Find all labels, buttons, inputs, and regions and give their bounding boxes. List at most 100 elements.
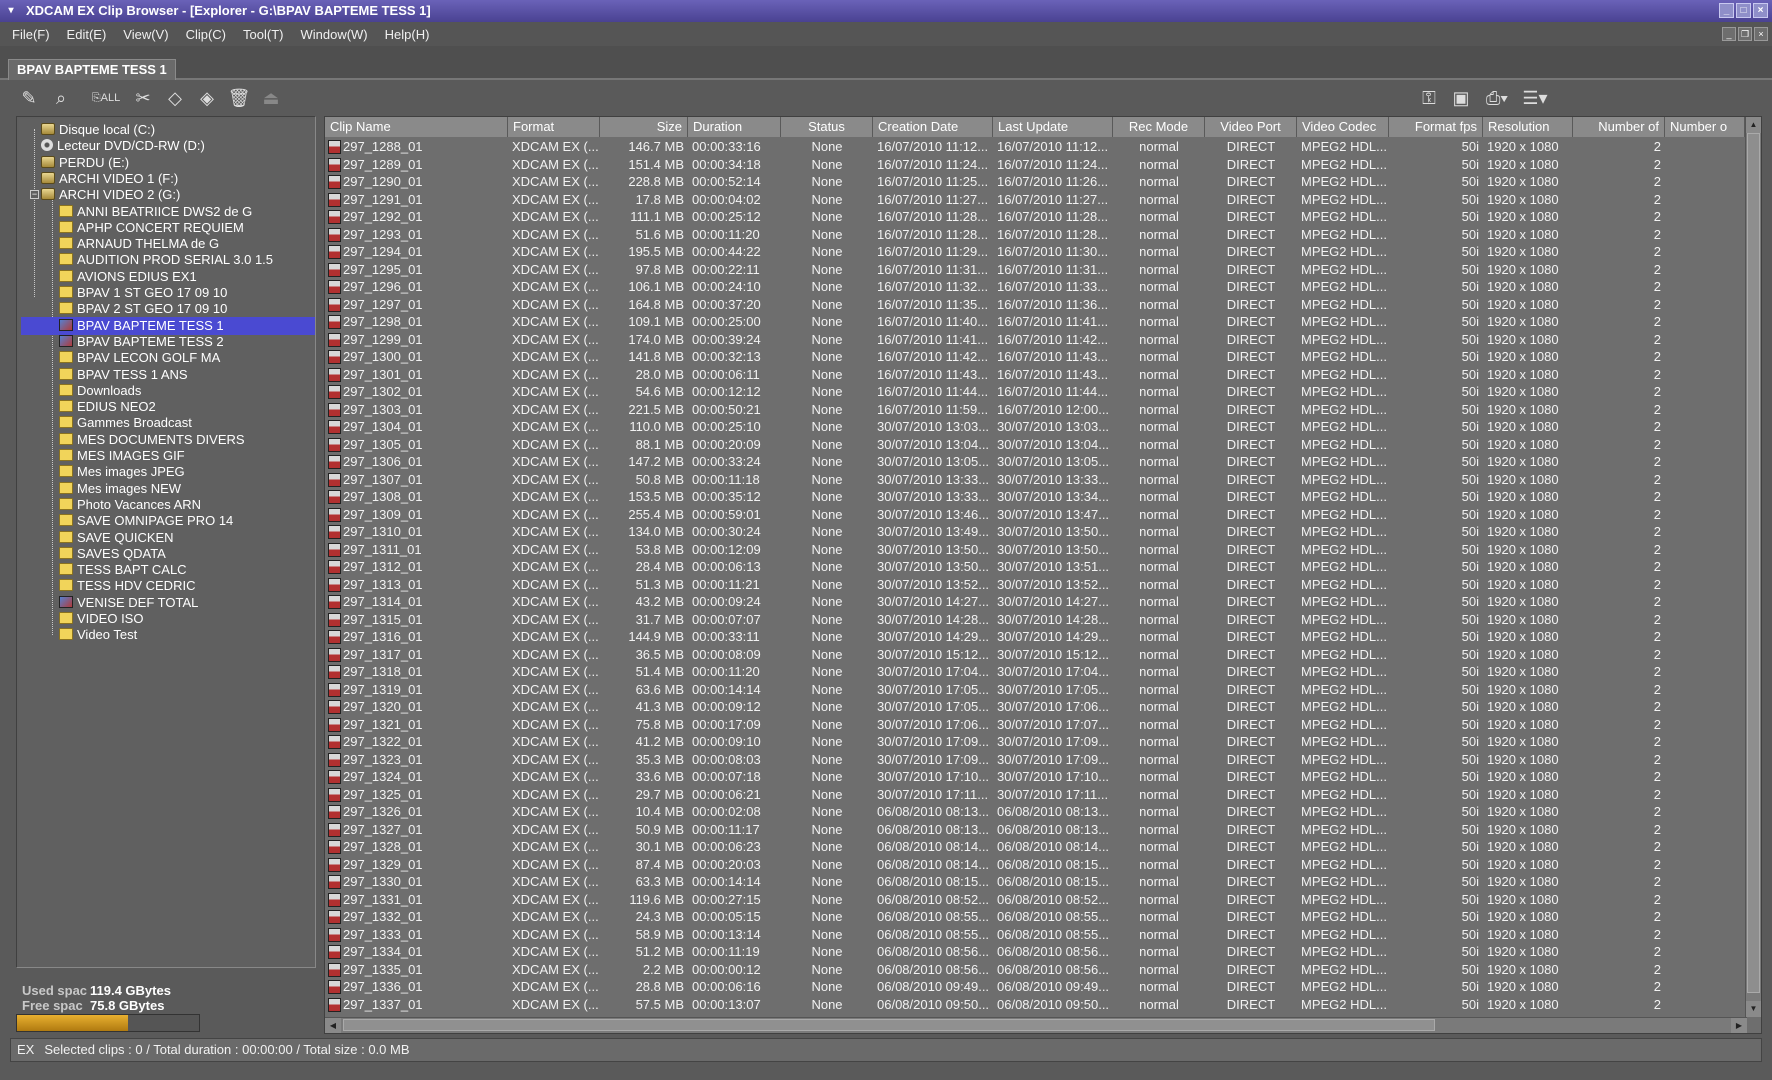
tree-item[interactable]: ARNAUD THELMA de G xyxy=(59,235,225,253)
tree-item[interactable]: SAVE OMNIPAGE PRO 14 xyxy=(59,512,239,530)
tree-item[interactable]: BPAV LECON GOLF MA xyxy=(59,349,226,367)
table-row[interactable]: 297_1305_01 XDCAM EX (... 88.1 MB 00:00:20:… xyxy=(325,436,1745,454)
table-row[interactable]: 297_1306_01 XDCAM EX (... 147.2 MB 00:00:33… xyxy=(325,453,1745,471)
tree-item[interactable]: Mes images NEW xyxy=(59,480,187,498)
list-view-icon[interactable]: ☰▾ xyxy=(1522,85,1548,111)
tree-item[interactable]: Disque local (C:) xyxy=(41,121,161,139)
delete-icon[interactable]: 🗑 xyxy=(226,85,252,111)
table-row[interactable]: 297_1307_01 XDCAM EX (... 50.8 MB 00:00:11:… xyxy=(325,471,1745,489)
table-row[interactable]: 297_1291_01 XDCAM EX (... 17.8 MB 00:00:04:… xyxy=(325,191,1745,209)
scroll-left-icon[interactable]: ◀ xyxy=(325,1018,341,1033)
table-row[interactable]: 297_1292_01 XDCAM EX (... 111.1 MB 00:00:25… xyxy=(325,208,1745,226)
tree-item[interactable]: BPAV BAPTEME TESS 2 xyxy=(59,333,230,351)
tree-item[interactable]: ARCHI VIDEO 1 (F:) xyxy=(41,170,184,188)
table-row[interactable]: 297_1323_01 XDCAM EX (... 35.3 MB 00:00:08:… xyxy=(325,751,1745,769)
column-header[interactable]: Resolution xyxy=(1483,117,1573,137)
tree-item[interactable]: BPAV BAPTEME TESS 1 xyxy=(21,316,315,335)
scroll-up-icon[interactable]: ▲ xyxy=(1746,117,1761,133)
table-row[interactable]: 297_1319_01 XDCAM EX (... 63.6 MB 00:00:14:… xyxy=(325,681,1745,699)
tree-item[interactable]: SAVE QUICKEN xyxy=(59,529,180,547)
table-row[interactable]: 297_1327_01 XDCAM EX (... 50.9 MB 00:00:11:… xyxy=(325,821,1745,839)
menu-view[interactable]: View(V) xyxy=(123,27,168,42)
table-row[interactable]: 297_1336_01 XDCAM EX (... 28.8 MB 00:00:06:… xyxy=(325,978,1745,996)
tree-item[interactable]: BPAV TESS 1 ANS xyxy=(59,366,194,384)
column-header[interactable]: Rec Mode xyxy=(1113,117,1205,137)
minimize-icon[interactable]: _ xyxy=(1719,3,1734,18)
column-header[interactable]: Status xyxy=(781,117,873,137)
table-row[interactable]: 297_1316_01 XDCAM EX (... 144.9 MB 00:00:33… xyxy=(325,628,1745,646)
thumbnail-view-icon[interactable]: ▣ xyxy=(1448,85,1474,111)
tree-item[interactable]: VENISE DEF TOTAL xyxy=(59,594,204,612)
table-row[interactable]: 297_1298_01 XDCAM EX (... 109.1 MB 00:00:25… xyxy=(325,313,1745,331)
scroll-right-icon[interactable]: ▶ xyxy=(1731,1018,1747,1033)
tree-item[interactable]: Gammes Broadcast xyxy=(59,414,198,432)
search-icon[interactable]: ⌕ xyxy=(48,85,74,111)
table-row[interactable]: 297_1330_01 XDCAM EX (... 63.3 MB 00:00:14:… xyxy=(325,873,1745,891)
horizontal-scrollbar[interactable]: ◀ ▶ xyxy=(325,1017,1747,1033)
tab-explorer[interactable]: BPAV BAPTEME TESS 1 xyxy=(8,59,176,80)
table-row[interactable]: 297_1308_01 XDCAM EX (... 153.5 MB 00:00:35… xyxy=(325,488,1745,506)
table-row[interactable]: 297_1297_01 XDCAM EX (... 164.8 MB 00:00:37… xyxy=(325,296,1745,314)
table-row[interactable]: 297_1335_01 XDCAM EX (... 2.2 MB 00:00:00:1… xyxy=(325,961,1745,979)
tree-item[interactable]: TESS BAPT CALC xyxy=(59,561,193,579)
tree-item[interactable]: AUDITION PROD SERIAL 3.0 1.5 xyxy=(59,251,279,269)
folder-tree[interactable]: Disque local (C:) Lecteur DVD/CD-RW (D:) P… xyxy=(19,119,315,967)
collapse-icon[interactable]: − xyxy=(30,190,39,200)
column-header[interactable]: Format fps xyxy=(1389,117,1483,137)
table-row[interactable]: 297_1310_01 XDCAM EX (... 134.0 MB 00:00:30… xyxy=(325,523,1745,541)
table-row[interactable]: 297_1334_01 XDCAM EX (... 51.2 MB 00:00:11:… xyxy=(325,943,1745,961)
eject-icon[interactable]: ⏏ xyxy=(258,85,284,111)
tree-item[interactable]: EDIUS NEO2 xyxy=(59,398,162,416)
table-row[interactable]: 297_1303_01 XDCAM EX (... 221.5 MB 00:00:50… xyxy=(325,401,1745,419)
table-row[interactable]: 297_1311_01 XDCAM EX (... 53.8 MB 00:00:12:… xyxy=(325,541,1745,559)
table-row[interactable]: 297_1331_01 XDCAM EX (... 119.6 MB 00:00:27… xyxy=(325,891,1745,909)
table-row[interactable]: 297_1321_01 XDCAM EX (... 75.8 MB 00:00:17:… xyxy=(325,716,1745,734)
system-menu-icon[interactable]: ▾ xyxy=(3,3,19,19)
open-icon[interactable]: ✎ xyxy=(16,85,42,111)
tree-item[interactable]: Video Test xyxy=(59,626,143,644)
table-row[interactable]: 297_1309_01 XDCAM EX (... 255.4 MB 00:00:59… xyxy=(325,506,1745,524)
tree-view-icon[interactable]: ⚿ xyxy=(1416,85,1442,111)
clip-list[interactable]: Clip Name Format Size Duration Status Creatio… xyxy=(324,116,1762,1034)
column-header[interactable]: Video Port xyxy=(1205,117,1297,137)
menu-help[interactable]: Help(H) xyxy=(385,27,430,42)
column-header[interactable]: Last Update xyxy=(993,117,1113,137)
column-header[interactable]: Number o xyxy=(1665,117,1745,137)
close-icon[interactable]: × xyxy=(1753,3,1768,18)
table-row[interactable]: 297_1322_01 XDCAM EX (... 41.2 MB 00:00:09:… xyxy=(325,733,1745,751)
vertical-scroll-thumb[interactable] xyxy=(1747,133,1760,993)
column-header[interactable]: Size xyxy=(600,117,688,137)
table-row[interactable]: 297_1337_01 XDCAM EX (... 57.5 MB 00:00:13:… xyxy=(325,996,1745,1014)
vertical-scrollbar[interactable]: ▲ ▼ xyxy=(1745,117,1761,1017)
tree-item[interactable]: AVIONS EDIUS EX1 xyxy=(59,268,203,286)
column-header[interactable]: Number of xyxy=(1573,117,1665,137)
horizontal-scroll-thumb[interactable] xyxy=(343,1019,1435,1031)
table-row[interactable]: 297_1332_01 XDCAM EX (... 24.3 MB 00:00:05:… xyxy=(325,908,1745,926)
table-row[interactable]: 297_1304_01 XDCAM EX (... 110.0 MB 00:00:25… xyxy=(325,418,1745,436)
tree-item[interactable]: MES IMAGES GIF xyxy=(59,447,191,465)
mdi-restore-icon[interactable]: ❐ xyxy=(1738,27,1752,41)
tree-item[interactable]: SAVES QDATA xyxy=(59,545,172,563)
tree-item[interactable]: TESS HDV CEDRIC xyxy=(59,577,201,595)
tree-item[interactable]: BPAV 2 ST GEO 17 09 10 xyxy=(59,300,233,318)
mdi-close-icon[interactable]: × xyxy=(1754,27,1768,41)
menu-clip[interactable]: Clip(C) xyxy=(186,27,226,42)
table-row[interactable]: 297_1320_01 XDCAM EX (... 41.3 MB 00:00:09:… xyxy=(325,698,1745,716)
table-row[interactable]: 297_1329_01 XDCAM EX (... 87.4 MB 00:00:20:… xyxy=(325,856,1745,874)
cut-icon[interactable]: ✂ xyxy=(130,85,156,111)
column-header[interactable]: Format xyxy=(508,117,600,137)
column-header[interactable]: Creation Date xyxy=(873,117,993,137)
tree-item[interactable]: Mes images JPEG xyxy=(59,463,191,481)
table-row[interactable]: 297_1326_01 XDCAM EX (... 10.4 MB 00:00:02:… xyxy=(325,803,1745,821)
menu-file[interactable]: File(F) xyxy=(12,27,50,42)
mdi-minimize-icon[interactable]: _ xyxy=(1722,27,1736,41)
column-header[interactable]: Video Codec xyxy=(1297,117,1389,137)
export-icon[interactable]: ⎙▾ xyxy=(1484,85,1510,111)
select-all-icon[interactable]: ⎘ALL xyxy=(86,85,126,111)
mark-in-icon[interactable]: ◇ xyxy=(162,85,188,111)
table-row[interactable]: 297_1302_01 XDCAM EX (... 54.6 MB 00:00:12:… xyxy=(325,383,1745,401)
table-row[interactable]: 297_1315_01 XDCAM EX (... 31.7 MB 00:00:07:… xyxy=(325,611,1745,629)
table-row[interactable]: 297_1313_01 XDCAM EX (... 51.3 MB 00:00:11:… xyxy=(325,576,1745,594)
tree-item[interactable]: ARCHI VIDEO 2 (G:) xyxy=(41,186,186,204)
scroll-down-icon[interactable]: ▼ xyxy=(1746,1001,1761,1017)
